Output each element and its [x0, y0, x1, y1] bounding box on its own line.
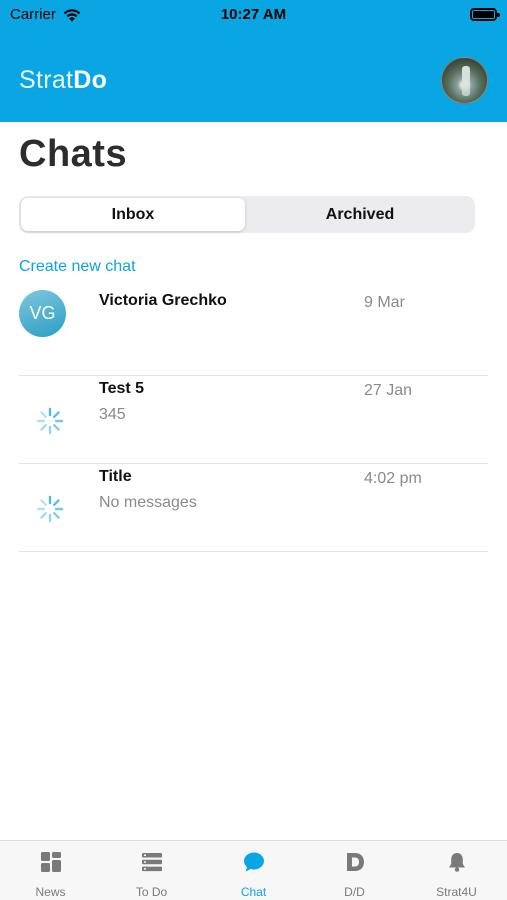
app-logo: StratDo: [19, 66, 107, 95]
app-header: Carrier 10:27 AM StratDo: [0, 0, 507, 122]
tab-label: Chat: [240, 885, 267, 899]
chat-date: 9 Mar: [364, 294, 405, 311]
chat-preview: No messages: [99, 494, 197, 511]
chat-date: 4:02 pm: [364, 470, 422, 487]
row-divider: [19, 551, 488, 552]
segment-inbox[interactable]: Inbox: [21, 198, 245, 231]
tab-strat4u[interactable]: Strat4U: [406, 841, 507, 900]
create-new-chat-link[interactable]: Create new chat: [19, 258, 136, 276]
tab-news[interactable]: News: [0, 841, 101, 900]
tab-label: To Do: [135, 885, 168, 899]
chat-bubble-icon: [243, 852, 264, 872]
bell-icon: [448, 853, 465, 872]
chat-list-item[interactable]: Test 5 345 27 Jan: [19, 376, 488, 464]
tab-label: D/D: [344, 885, 365, 899]
tab-chat[interactable]: Chat: [203, 841, 304, 900]
spinner-icon: [36, 495, 64, 523]
chat-name: Test 5: [99, 380, 145, 397]
tab-label: News: [35, 885, 66, 899]
status-bar: Carrier 10:27 AM: [0, 0, 507, 30]
brand-light-text: Strat: [19, 66, 74, 94]
brand-bold-text: Do: [73, 66, 108, 94]
bottom-tab-bar: News To Do Chat D/D Strat4U: [0, 840, 507, 900]
spinner-icon: [36, 407, 64, 435]
grid-icon: [40, 852, 61, 872]
chat-name: Victoria Grechko: [99, 292, 227, 309]
chat-preview: 345: [99, 406, 126, 423]
chat-list-item[interactable]: VG Victoria Grechko 9 Mar: [19, 288, 488, 376]
segment-archived[interactable]: Archived: [247, 198, 473, 231]
tab-to-do[interactable]: To Do: [101, 841, 202, 900]
tab-label: Strat4U: [436, 885, 477, 899]
list-icon: [141, 853, 162, 872]
battery-icon: [470, 8, 500, 21]
tab-d-d[interactable]: D/D: [304, 841, 405, 900]
chat-list-item[interactable]: Title No messages 4:02 pm: [19, 464, 488, 552]
d-letter-icon: [346, 853, 364, 871]
status-time: 10:27 AM: [220, 6, 287, 23]
contact-initials-avatar: VG: [19, 290, 66, 337]
page-title: Chats: [19, 133, 128, 175]
profile-avatar[interactable]: [441, 57, 488, 104]
inbox-archived-segmented-control: Inbox Archived: [19, 196, 475, 233]
chat-name: Title: [99, 468, 132, 485]
chat-date: 27 Jan: [364, 382, 413, 399]
